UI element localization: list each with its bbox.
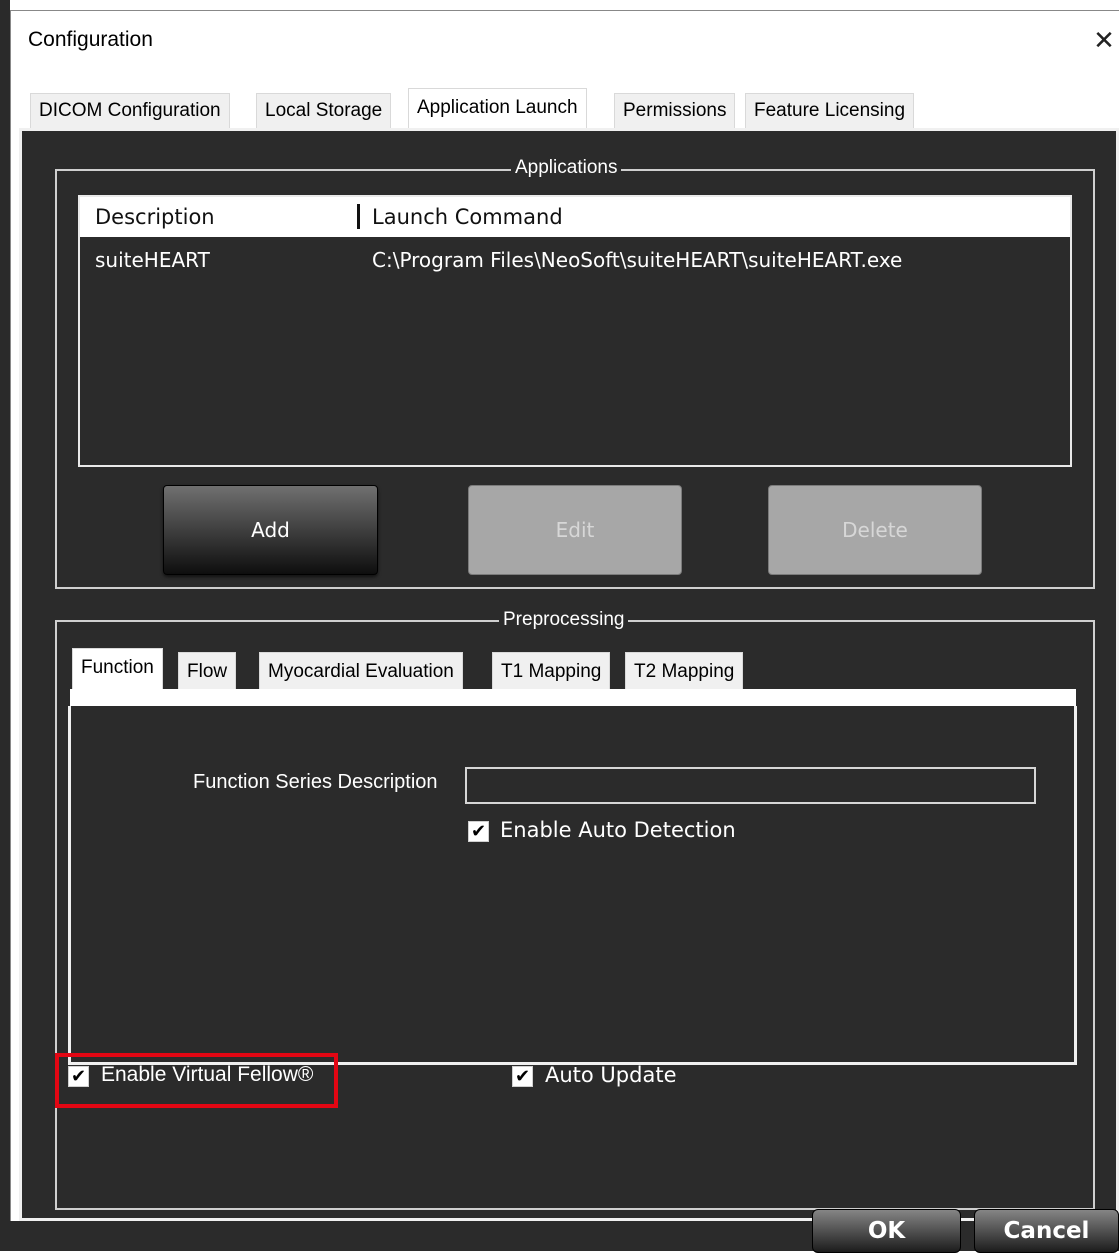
auto-detection-checkbox[interactable]: ✔ <box>468 821 489 842</box>
function-series-label: Function Series Description <box>193 771 438 793</box>
applications-list-header <box>80 197 1070 237</box>
delete-button[interactable]: Delete <box>768 485 982 575</box>
subtab-flow[interactable]: Flow <box>178 652 237 690</box>
tab-application-launch[interactable]: Application Launch <box>408 88 587 129</box>
add-button[interactable]: Add <box>163 485 378 575</box>
function-subpanel <box>68 706 1077 1065</box>
row-description: suiteHEART <box>95 248 210 272</box>
subtab-function[interactable]: Function <box>72 648 163 690</box>
edit-button[interactable]: Edit <box>468 485 682 575</box>
close-icon[interactable]: ✕ <box>1090 26 1118 56</box>
row-launch-command: C:\Program Files\NeoSoft\suiteHEART\suit… <box>372 248 903 272</box>
subtab-myocardial-evaluation[interactable]: Myocardial Evaluation <box>259 652 463 690</box>
auto-detection-label: Enable Auto Detection <box>500 818 736 842</box>
column-header-launch-command[interactable]: Launch Command <box>372 205 563 229</box>
tab-dicom-configuration[interactable]: DICOM Configuration <box>30 93 230 129</box>
subtab-t1-mapping[interactable]: T1 Mapping <box>492 652 611 690</box>
tab-permissions[interactable]: Permissions <box>614 93 736 129</box>
tab-feature-licensing[interactable]: Feature Licensing <box>745 93 915 129</box>
function-series-input[interactable] <box>465 767 1036 804</box>
dialog-title: Configuration <box>28 28 153 51</box>
subtab-t2-mapping[interactable]: T2 Mapping <box>625 652 744 690</box>
auto-update-checkbox[interactable]: ✔ <box>512 1066 533 1087</box>
preprocessing-group-title: Preprocessing <box>499 609 629 631</box>
tab-local-storage[interactable]: Local Storage <box>256 93 392 129</box>
background-window-edge <box>0 0 10 1251</box>
subtab-panel-top <box>70 689 1076 707</box>
auto-update-label: Auto Update <box>545 1063 677 1087</box>
ok-button[interactable]: OK <box>812 1209 961 1253</box>
column-separator[interactable] <box>357 204 360 229</box>
applications-group-title: Applications <box>511 157 622 179</box>
column-header-description[interactable]: Description <box>95 205 215 229</box>
cancel-button[interactable]: Cancel <box>974 1209 1119 1253</box>
highlight-box <box>55 1053 338 1108</box>
